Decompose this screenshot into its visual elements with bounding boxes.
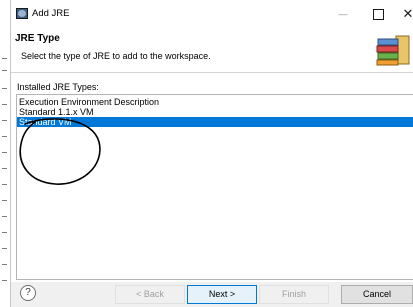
minimize-button[interactable]: —: [332, 4, 354, 24]
title-bar: Add JRE — ✕: [11, 0, 413, 28]
eclipse-app-icon: [16, 8, 28, 19]
close-button[interactable]: ✕: [397, 4, 413, 24]
jre-type-list[interactable]: Execution Environment Description Standa…: [16, 94, 413, 280]
back-button[interactable]: < Back: [115, 285, 185, 304]
wizard-header: JRE Type Select the type of JRE to add t…: [11, 28, 413, 72]
installed-jre-types-label: Installed JRE Types:: [17, 82, 99, 92]
help-button[interactable]: ?: [20, 285, 36, 301]
list-item-standard-1-1-x-vm[interactable]: Standard 1.1.x VM: [17, 107, 413, 117]
next-button[interactable]: Next >: [187, 285, 257, 304]
header-divider: [11, 72, 413, 73]
window-title: Add JRE: [32, 8, 70, 19]
maximize-button[interactable]: [367, 4, 389, 24]
add-jre-dialog: Add JRE — ✕ JRE Type Select the type of …: [11, 0, 413, 307]
list-item-execution-environment[interactable]: Execution Environment Description: [17, 97, 413, 107]
background-window-edge: [0, 0, 11, 307]
button-bar: ? < Back Next > Finish Cancel: [11, 282, 413, 307]
books-icon: [376, 35, 410, 66]
list-item-standard-vm[interactable]: Standard VM: [17, 117, 413, 127]
cancel-button[interactable]: Cancel: [341, 285, 413, 304]
finish-button[interactable]: Finish: [259, 285, 329, 304]
page-description: Select the type of JRE to add to the wor…: [21, 51, 211, 61]
page-title: JRE Type: [15, 33, 60, 44]
